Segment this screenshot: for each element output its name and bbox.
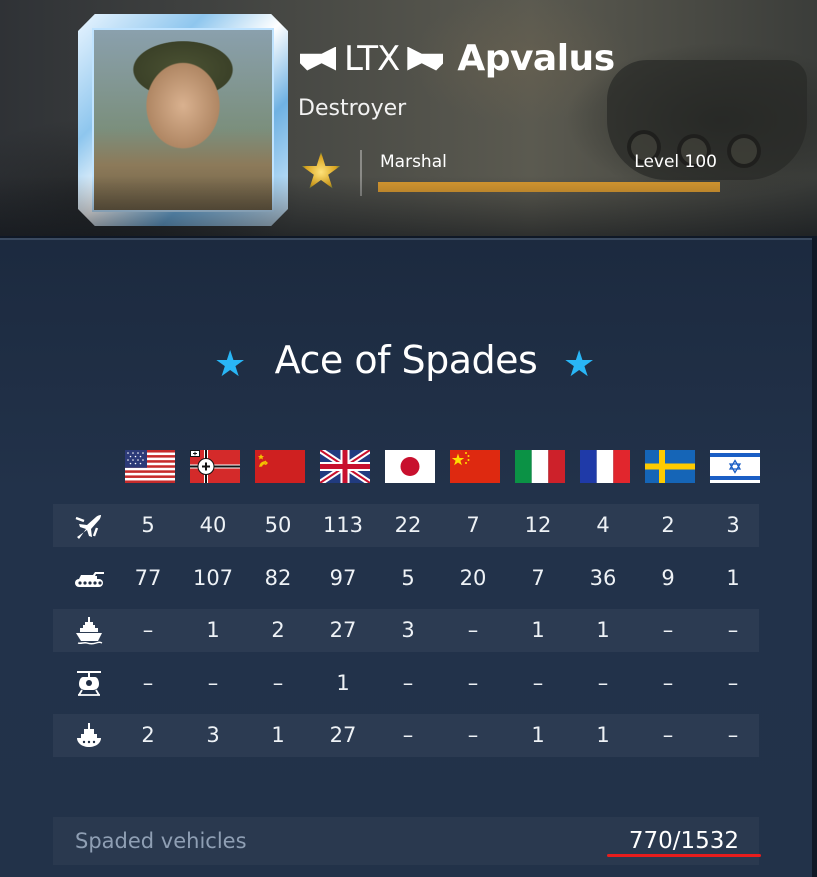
table-cell: –	[467, 618, 479, 642]
table-cell: 22	[394, 513, 422, 537]
helicopter-icon	[77, 670, 101, 696]
table-cell: 9	[661, 565, 675, 590]
table-cell: 1	[336, 670, 350, 695]
battleship-icon	[76, 617, 103, 645]
level-progress-fill	[378, 182, 720, 192]
avatar-frame[interactable]	[78, 14, 288, 226]
table-cell: 12	[524, 513, 552, 537]
spaded-vehicles-table: 5 40 50 113 22 7 12 4 2 3 77 107 82 97 5…	[53, 504, 759, 767]
squadron-wing-right-icon	[407, 46, 444, 71]
achievement-panel: ★ Ace of Spades ★ 5 40 50 113 22 7 12 4 …	[0, 238, 812, 877]
rank-label: Marshal	[380, 152, 447, 172]
table-cell: 2	[141, 723, 155, 747]
table-cell: –	[467, 723, 479, 747]
table-cell: 3	[206, 723, 220, 747]
israel-flag-icon	[710, 450, 760, 483]
level-label: Level 100	[634, 152, 717, 172]
japan-flag-icon	[385, 450, 435, 483]
aircraft-icon	[75, 515, 101, 539]
table-cell: –	[662, 723, 674, 747]
table-row-bluewater: – 1 2 27 3 – 1 1 – –	[53, 609, 759, 652]
table-cell: 1	[531, 723, 545, 747]
table-cell: 113	[322, 513, 364, 537]
table-cell: –	[727, 723, 739, 747]
table-cell: 1	[206, 618, 220, 642]
table-cell: 40	[199, 513, 227, 537]
table-cell: 3	[401, 618, 415, 642]
player-name-row: LTX Apvalus	[300, 38, 615, 79]
table-cell: –	[597, 670, 609, 695]
spaded-vehicles-count: 770/1532	[628, 828, 739, 854]
table-cell: –	[727, 670, 739, 695]
ussr-flag-icon	[255, 450, 305, 483]
player-name: Apvalus	[457, 38, 615, 79]
table-cell: 107	[192, 565, 234, 590]
table-cell: 7	[531, 565, 545, 590]
table-cell: –	[662, 670, 674, 695]
table-cell: 27	[329, 618, 357, 642]
table-cell: –	[532, 670, 544, 695]
table-cell: –	[467, 670, 479, 695]
france-flag-icon	[580, 450, 630, 483]
squadron-tag[interactable]: LTX	[344, 39, 400, 79]
star-icon: ★	[563, 344, 596, 385]
table-cell: 1	[271, 723, 285, 747]
china-flag-icon	[450, 450, 500, 483]
achievement-title: Ace of Spades	[274, 338, 538, 382]
table-cell: 77	[134, 565, 162, 590]
germany-flag-icon	[190, 450, 240, 483]
table-cell: –	[207, 670, 219, 695]
player-title[interactable]: Destroyer	[298, 96, 406, 121]
table-cell: 2	[661, 513, 675, 537]
profile-header: LTX Apvalus Destroyer Marshal Level 100	[0, 0, 817, 236]
level-progress-bar	[378, 182, 720, 192]
table-cell: 97	[329, 565, 357, 590]
table-cell: –	[142, 618, 154, 642]
table-cell: –	[142, 670, 154, 695]
table-cell: 4	[596, 513, 610, 537]
table-cell: 2	[271, 618, 285, 642]
table-row-aviation: 5 40 50 113 22 7 12 4 2 3	[53, 504, 759, 547]
table-cell: –	[402, 670, 414, 695]
tank-icon	[75, 571, 104, 587]
rank-star-icon	[301, 152, 341, 189]
spaded-vehicles-label: Spaded vehicles	[75, 829, 247, 853]
spaded-vehicles-summary: Spaded vehicles 770/1532	[53, 817, 759, 865]
usa-flag-icon	[125, 450, 175, 483]
table-cell: 1	[596, 618, 610, 642]
italy-flag-icon	[515, 450, 565, 483]
table-cell: –	[662, 618, 674, 642]
boat-icon	[77, 723, 101, 747]
table-row-coastal: 2 3 1 27 – – 1 1 – –	[53, 714, 759, 757]
table-cell: 36	[589, 565, 617, 590]
highlight-underline	[607, 854, 761, 857]
table-cell: –	[727, 618, 739, 642]
table-row-helicopters: – – – 1 – – – – – –	[53, 662, 759, 705]
britain-flag-icon	[320, 450, 370, 483]
table-cell: 7	[466, 513, 480, 537]
table-cell: 50	[264, 513, 292, 537]
table-cell: 3	[726, 513, 740, 537]
divider	[360, 150, 362, 196]
table-cell: 1	[596, 723, 610, 747]
table-cell: 82	[264, 565, 292, 590]
squadron-wing-left-icon	[300, 46, 336, 71]
table-row-ground: 77 107 82 97 5 20 7 36 9 1	[53, 557, 759, 600]
avatar	[92, 28, 274, 212]
table-cell: 5	[141, 513, 155, 537]
table-cell: 5	[401, 565, 415, 590]
table-cell: –	[272, 670, 284, 695]
table-cell: 27	[329, 723, 357, 747]
table-cell: 1	[726, 565, 740, 590]
table-cell: 1	[531, 618, 545, 642]
table-cell: 20	[459, 565, 487, 590]
sweden-flag-icon	[645, 450, 695, 483]
table-cell: –	[402, 723, 414, 747]
